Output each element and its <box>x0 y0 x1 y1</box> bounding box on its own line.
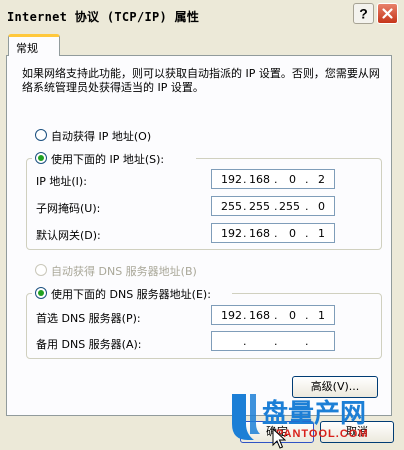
auto-dns-label[interactable]: 自动获得 DNS 服务器地址(B) <box>51 263 197 279</box>
alternate-dns-label: 备用 DNS 服务器(A): <box>36 338 142 351</box>
subnet-mask-label: 子网掩码(U): <box>36 202 101 215</box>
close-icon <box>382 8 393 19</box>
default-gateway-label: 默认网关(D): <box>36 229 101 242</box>
tab-general-label: 常规 <box>16 42 38 55</box>
manual-ip-label[interactable]: 使用下面的 IP 地址(S): <box>51 151 164 167</box>
window-title: Internet 协议 (TCP/IP) 属性 <box>7 10 200 24</box>
subnet-mask-input[interactable]: 255 . 255 . 255 . 0 <box>211 196 335 216</box>
description-text: 如果网络支持此功能，则可以获取自动指派的 IP 设置。否则，您需要从网络系统管理… <box>22 67 380 94</box>
manual-dns-label[interactable]: 使用下面的 DNS 服务器地址(E): <box>51 286 211 302</box>
mouse-cursor-icon <box>272 428 286 449</box>
close-button[interactable] <box>377 3 398 24</box>
default-gateway-input[interactable]: 192 . 168 . 0 . 1 <box>211 223 335 243</box>
auto-dns-radio[interactable] <box>35 264 47 276</box>
preferred-dns-input[interactable]: 192 . 168 . 0 . 1 <box>211 305 335 325</box>
watermark-url: PANTOOL.COM <box>276 428 368 440</box>
watermark-logo: 盘量产网 PANTOOL.COM <box>232 394 368 440</box>
ip-address-label: IP 地址(I): <box>36 175 87 188</box>
help-button[interactable]: ? <box>353 3 374 24</box>
u-disk-icon <box>232 394 260 440</box>
auto-ip-radio[interactable] <box>35 129 47 141</box>
alternate-dns-input[interactable]: . . . <box>211 331 335 351</box>
tab-general[interactable]: 常规 <box>8 34 60 56</box>
auto-ip-label[interactable]: 自动获得 IP 地址(O) <box>51 128 151 144</box>
svg-text:?: ? <box>359 6 368 21</box>
manual-ip-radio[interactable] <box>35 152 47 164</box>
watermark-text: 盘量产网 <box>262 398 366 429</box>
preferred-dns-label: 首选 DNS 服务器(P): <box>36 312 141 325</box>
ip-address-input[interactable]: 192 . 168 . 0 . 2 <box>211 169 335 189</box>
title-bar[interactable]: Internet 协议 (TCP/IP) 属性 ? <box>0 0 404 30</box>
dialog-window: Internet 协议 (TCP/IP) 属性 ? 常规 如果网络支持此功能，则… <box>0 0 404 450</box>
question-mark-icon: ? <box>359 6 368 21</box>
manual-dns-radio[interactable] <box>35 287 47 299</box>
